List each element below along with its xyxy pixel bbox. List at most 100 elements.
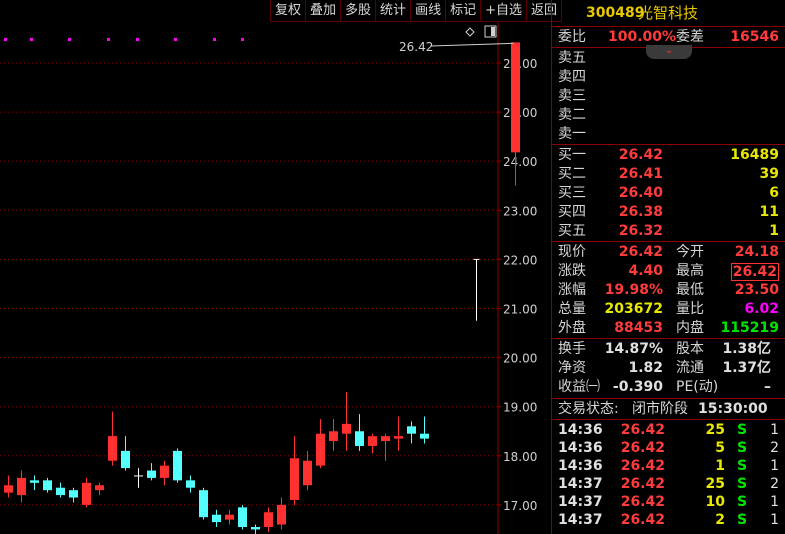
- tick-row: 14:37 26.42 2 S 1: [552, 511, 785, 530]
- candle-body: [95, 485, 104, 491]
- fundamentals-row: 收益㈠ -0.390 PE(动) –: [552, 378, 785, 397]
- buy-level-volume: 11: [759, 204, 779, 220]
- toolbar-button-0[interactable]: 复权: [270, 0, 307, 22]
- tick-price: 26.42: [620, 440, 665, 456]
- candle-body: [316, 433, 325, 466]
- candle-body: [238, 507, 247, 527]
- buy-level-price: 26.42: [618, 147, 663, 163]
- candle-body: [199, 490, 208, 518]
- buy-level-price: 26.41: [618, 166, 663, 182]
- event-marker-dot: [241, 38, 244, 41]
- buy-level-row: 买二 26.41 39: [552, 165, 785, 184]
- quote-value: 26.42: [730, 263, 779, 281]
- candle-body: [420, 433, 429, 439]
- quote-value: 88453: [614, 320, 663, 336]
- candle-body: [303, 460, 312, 486]
- toolbar-button-2[interactable]: 多股: [340, 0, 377, 22]
- quote-label: 量比: [676, 301, 704, 317]
- tick-row: 14:36 26.42 5 S 2: [552, 439, 785, 458]
- quote-value: 6.02: [744, 301, 779, 317]
- buy-level-volume: 1: [769, 223, 779, 239]
- tick-time: 14:37: [558, 512, 603, 528]
- candle-body: [329, 431, 338, 442]
- tick-count: 2: [770, 440, 779, 456]
- candle-body: [251, 526, 260, 530]
- toolbar-button-4[interactable]: 画线: [410, 0, 447, 22]
- tick-count: 1: [770, 494, 779, 510]
- toolbar-button-3[interactable]: 统计: [375, 0, 412, 22]
- buy-level-label: 买二: [558, 166, 586, 182]
- tick-direction: S: [737, 422, 748, 438]
- fundamentals-row: 换手 14.87% 股本 1.38亿: [552, 340, 785, 359]
- candle-body: [368, 436, 377, 446]
- candle-body: [173, 450, 182, 481]
- candle-body: [121, 450, 130, 469]
- candle-body: [511, 42, 520, 153]
- buy-level-volume: 39: [759, 166, 779, 182]
- quote-label: 涨跌: [558, 263, 586, 279]
- quote-row: 总量 203672 量比 6.02: [552, 300, 785, 319]
- candle-body: [355, 431, 364, 446]
- tick-direction: S: [737, 512, 748, 528]
- tick-time: 14:37: [558, 494, 603, 510]
- quote-value: 19.98%: [604, 282, 663, 298]
- tick-row: 14:37 26.42 25 S 2: [552, 475, 785, 494]
- candle-body: [225, 514, 234, 520]
- sell-level-row: 卖三: [552, 87, 785, 106]
- candle-body: [407, 426, 416, 434]
- y-axis-label: 20.00: [503, 352, 537, 366]
- buy-level-row: 买四 26.38 11: [552, 203, 785, 222]
- buy-level-label: 买三: [558, 185, 586, 201]
- tick-direction: S: [737, 458, 748, 474]
- tick-price: 26.42: [620, 458, 665, 474]
- candle-body: [108, 436, 117, 461]
- stock-title: 300489 光智科技: [552, 4, 785, 24]
- trade-status: 交易状态: 闭市阶段 15:30:00: [552, 400, 785, 419]
- candle-body: [160, 465, 169, 478]
- candle-body: [186, 480, 195, 488]
- event-marker-dot: [4, 38, 7, 41]
- candle-body: [82, 482, 91, 505]
- tick-volume: 10: [705, 494, 725, 510]
- tick-price: 26.42: [620, 512, 665, 528]
- sell-level-row: 卖五: [552, 49, 785, 68]
- tick-price: 26.42: [620, 494, 665, 510]
- fund-value: -0.390: [612, 379, 663, 395]
- candle-body: [30, 480, 39, 483]
- tick-price: 26.42: [620, 476, 665, 492]
- toolbar-button-5[interactable]: 标记: [445, 0, 482, 22]
- tick-count: 1: [770, 422, 779, 438]
- fund-value: 1.37亿: [722, 360, 771, 376]
- candle-body: [381, 436, 390, 442]
- fund-label: 收益㈠: [558, 379, 600, 395]
- y-axis-label: 22.00: [503, 253, 537, 267]
- event-marker-dot: [136, 38, 139, 41]
- quote-value: 24.18: [734, 244, 779, 260]
- quote-label: 总量: [558, 301, 586, 317]
- y-axis-label: 18.00: [503, 450, 537, 464]
- quote-row: 现价 26.42 今开 24.18: [552, 243, 785, 262]
- candle-body: [212, 514, 221, 523]
- buy-level-label: 买四: [558, 204, 586, 220]
- toolbar-button-1[interactable]: 叠加: [305, 0, 342, 22]
- quote-value: 23.50: [734, 282, 779, 298]
- window-toggle-icon-fill: [491, 27, 495, 36]
- fund-label: 流通: [676, 360, 704, 376]
- sell-level-row: 卖四: [552, 68, 785, 87]
- tick-row: 14:36 26.42 25 S 1: [552, 421, 785, 440]
- candle-body: [264, 512, 273, 527]
- buy-level-label: 买一: [558, 147, 586, 163]
- toolbar-button-6[interactable]: +自选: [480, 0, 527, 22]
- candlestick-chart[interactable]: 26.00 25.00 24.00 23.00 22.00 21.00 20.00 19.00…: [0, 0, 551, 534]
- high-marker-label: 26.42: [399, 40, 433, 54]
- quote-label: 外盘: [558, 320, 586, 336]
- quote-label: 内盘: [676, 320, 704, 336]
- quote-label: 涨幅: [558, 282, 586, 298]
- tick-time: 14:36: [558, 440, 603, 456]
- tick-count: 1: [770, 458, 779, 474]
- tick-volume: 1: [715, 458, 725, 474]
- fund-label: 股本: [676, 341, 704, 357]
- y-axis-label: 24.00: [503, 155, 537, 169]
- high-marker-arrow: [430, 42, 514, 47]
- sell-level-label: 卖二: [558, 107, 586, 123]
